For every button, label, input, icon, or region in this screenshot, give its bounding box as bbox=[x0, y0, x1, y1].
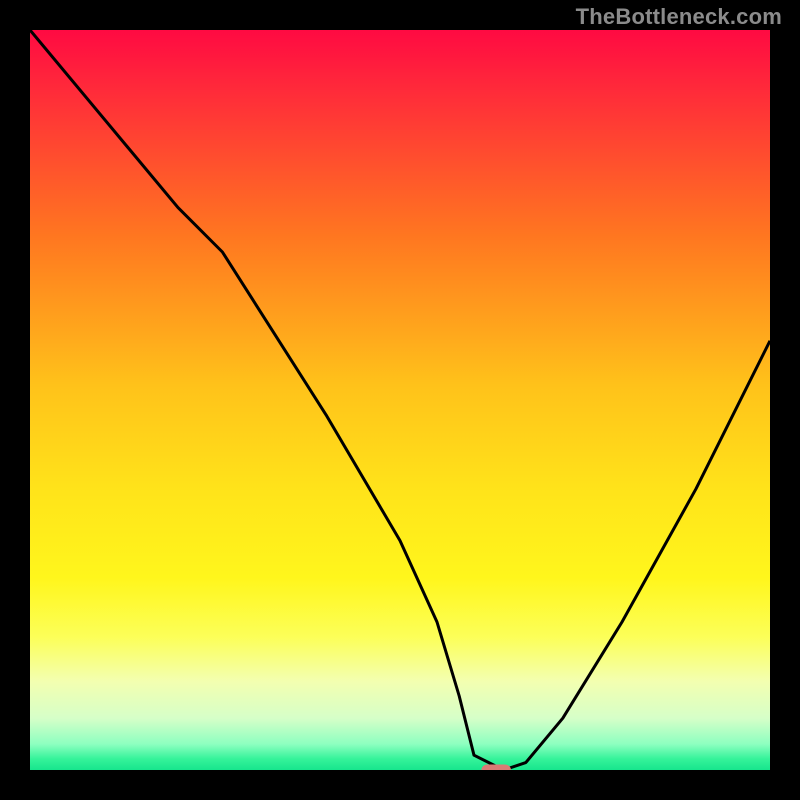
watermark-text: TheBottleneck.com bbox=[576, 4, 782, 30]
chart-stage: TheBottleneck.com bbox=[0, 0, 800, 800]
sweet-spot-marker bbox=[481, 765, 511, 771]
chart-svg bbox=[30, 30, 770, 770]
plot-area bbox=[30, 30, 770, 770]
gradient-background bbox=[30, 30, 770, 770]
